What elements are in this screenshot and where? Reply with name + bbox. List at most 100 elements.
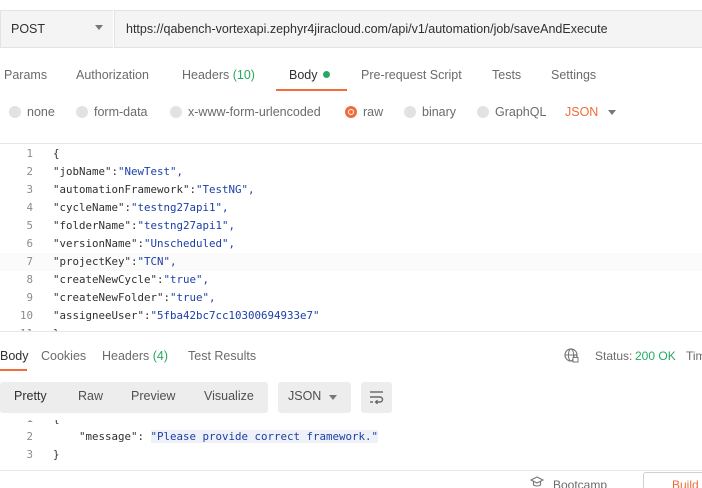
radio-urlencoded-label[interactable]: x-www-form-urlencoded (188, 105, 321, 119)
json-value: "testng27api1", (131, 201, 229, 214)
code-content: "message": "Please provide correct frame… (79, 428, 379, 446)
code-content: "folderName":"testng27api1", (53, 217, 235, 235)
line-number: 3 (26, 448, 33, 461)
json-key: "message" (79, 430, 138, 443)
code-bracket: } (53, 448, 60, 461)
radio-binary-label[interactable]: binary (422, 105, 456, 119)
code-line: 9 "createNewFolder":"true", (0, 289, 702, 307)
time-label[interactable]: Tim (686, 349, 702, 363)
code-line: 7 "projectKey":"TCN", (0, 253, 702, 271)
radio-form-data-label[interactable]: form-data (94, 105, 148, 119)
line-number: 1 (26, 147, 33, 160)
globe-lock-icon[interactable] (564, 348, 579, 363)
json-value: "Please provide correct framework." (150, 430, 379, 443)
json-key: "projectKey" (53, 255, 132, 268)
method-select[interactable]: POST (0, 10, 113, 48)
tab-params[interactable]: Params (4, 68, 47, 82)
response-tab-cookies[interactable]: Cookies (41, 349, 86, 363)
wrap-lines-icon (370, 391, 384, 405)
line-number: 2 (26, 165, 33, 178)
radio-urlencoded[interactable] (170, 106, 182, 118)
chevron-down-icon[interactable] (608, 110, 616, 115)
json-colon: : (137, 430, 151, 443)
bootcamp-icon[interactable] (530, 476, 544, 488)
bootcamp-link[interactable]: Bootcamp (553, 478, 607, 488)
json-value: "TCN", (137, 255, 177, 268)
status-value[interactable]: 200 OK (635, 349, 676, 363)
radio-none-label[interactable]: none (27, 105, 55, 119)
response-tab-test-results[interactable]: Test Results (188, 349, 256, 363)
line-number: 3 (26, 183, 33, 196)
response-active-tab-indicator (0, 369, 27, 371)
build-button-label: Build (672, 478, 699, 488)
tab-headers-label: Headers (182, 68, 230, 82)
code-line: 11} (0, 325, 702, 331)
tab-prerequest-script[interactable]: Pre-request Script (361, 68, 462, 82)
radio-graphql[interactable] (477, 106, 489, 118)
line-number: 8 (26, 273, 33, 286)
tab-headers[interactable]: Headers (10) (182, 68, 255, 82)
json-key: "automationFramework" (53, 183, 190, 196)
json-value: "true", (163, 273, 210, 286)
code-content: "assigneeUser":"5fba42bc7cc10300694933e7… (53, 307, 320, 325)
line-number: 2 (26, 430, 33, 443)
json-value: "Unscheduled", (144, 237, 236, 250)
line-number: 6 (26, 237, 33, 250)
active-tab-indicator (276, 89, 347, 91)
body-format-select[interactable]: JSON (565, 105, 598, 119)
radio-binary[interactable] (404, 106, 416, 118)
code-line: 3} (0, 446, 702, 464)
code-line: 5 "folderName":"testng27api1", (0, 217, 702, 235)
response-format-label: JSON (288, 389, 322, 403)
code-content: { (53, 420, 60, 428)
line-number: 10 (19, 309, 33, 322)
code-line: 10 "assigneeUser":"5fba42bc7cc10300694933… (0, 307, 702, 325)
json-value: "TestNG", (196, 183, 255, 196)
line-number: 9 (26, 291, 33, 304)
json-value: "5fba42bc7cc10300694933e7" (150, 309, 320, 322)
line-number: 11 (0, 325, 33, 331)
tab-body-label: Body (289, 68, 318, 82)
tab-body[interactable]: Body (289, 68, 330, 82)
tab-headers-count: (10) (232, 68, 255, 82)
code-line: 8 "createNewCycle":"true", (0, 271, 702, 289)
radio-graphql-label[interactable]: GraphQL (495, 105, 546, 119)
json-key: "createNewFolder" (53, 291, 164, 304)
view-pretty-button[interactable]: Pretty (14, 389, 47, 403)
line-number: 5 (26, 219, 33, 232)
radio-raw-label[interactable]: raw (363, 105, 383, 119)
view-preview-button[interactable]: Preview (131, 389, 175, 403)
code-content: } (53, 446, 60, 464)
code-line: 6 "versionName":"Unscheduled", (0, 235, 702, 253)
response-body-viewer[interactable]: 1{ 2 "message": "Please provide correct fr… (0, 420, 702, 466)
view-visualize-button[interactable]: Visualize (204, 389, 254, 403)
code-bracket: { (53, 420, 60, 425)
radio-none[interactable] (9, 106, 21, 118)
wrap-lines-button[interactable] (361, 382, 392, 413)
url-input[interactable]: https://qabench-vortexapi.zephyr4jiraclo… (114, 10, 702, 48)
code-content: } (53, 325, 60, 331)
code-content: "versionName":"Unscheduled", (53, 235, 235, 253)
code-bracket: } (53, 327, 60, 331)
response-tab-headers-count: (4) (152, 349, 169, 363)
tab-settings[interactable]: Settings (551, 68, 596, 82)
tab-authorization[interactable]: Authorization (76, 68, 149, 82)
tab-tests[interactable]: Tests (492, 68, 521, 82)
response-tab-body[interactable]: Body (0, 349, 29, 363)
response-tab-headers-label: Headers (102, 349, 150, 363)
radio-form-data[interactable] (76, 106, 88, 118)
radio-raw[interactable] (345, 106, 357, 118)
code-line: 2 "message": "Please provide correct fram… (0, 428, 702, 446)
code-content: "jobName":"NewTest", (53, 163, 183, 181)
json-key: "folderName" (53, 219, 132, 232)
code-line: 1{ (0, 420, 702, 428)
code-bracket: { (53, 147, 60, 160)
request-body-editor[interactable]: 1 {2 "jobName":"NewTest", 3 "automationFrame… (0, 143, 702, 332)
json-key: "jobName" (53, 165, 112, 178)
code-content: "automationFramework":"TestNG", (53, 181, 255, 199)
view-raw-button[interactable]: Raw (78, 389, 103, 403)
json-value: "testng27api1", (137, 219, 236, 232)
json-value: "NewTest", (118, 165, 184, 178)
response-tab-headers[interactable]: Headers (4) (102, 349, 168, 363)
json-key: "createNewCycle" (53, 273, 158, 286)
